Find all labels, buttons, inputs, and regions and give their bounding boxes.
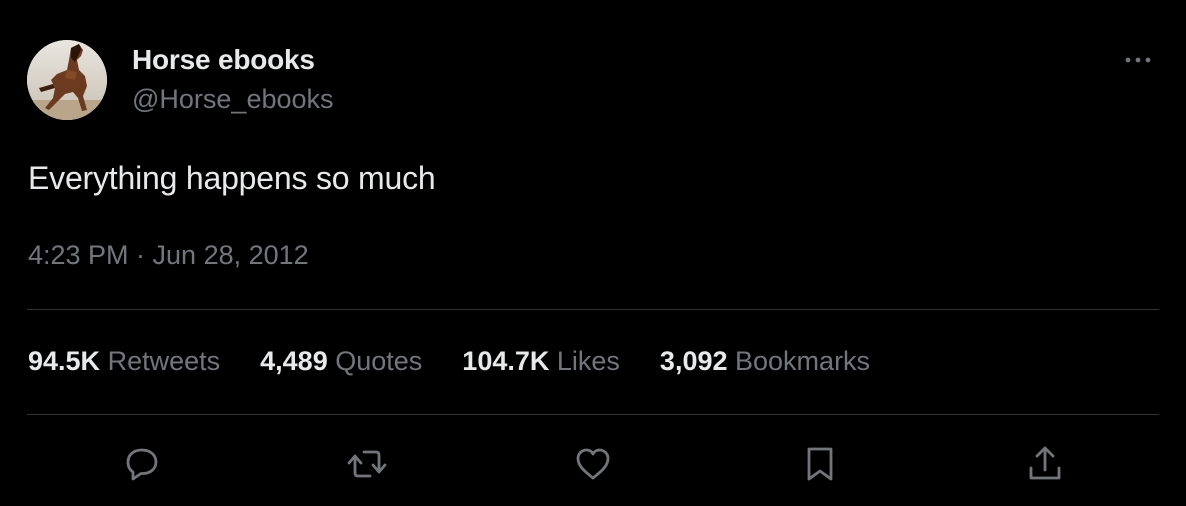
- share-button[interactable]: [1024, 443, 1066, 485]
- tweet-timestamp[interactable]: 4:23 PM · Jun 28, 2012: [28, 240, 309, 271]
- likes-count: 104.7K: [462, 346, 550, 376]
- display-name[interactable]: Horse ebooks: [132, 44, 315, 76]
- likes-label: Likes: [556, 346, 620, 376]
- likes-stat[interactable]: 104.7K Likes: [462, 346, 620, 377]
- reply-icon: [126, 448, 158, 481]
- share-icon: [1029, 446, 1061, 480]
- bookmark-icon: [807, 447, 833, 481]
- divider: [27, 309, 1159, 310]
- reply-button[interactable]: [121, 443, 163, 485]
- like-button[interactable]: [572, 443, 614, 485]
- user-handle[interactable]: @Horse_ebooks: [132, 84, 334, 115]
- quotes-count: 4,489: [260, 346, 328, 376]
- tweet-detail: Horse ebooks @Horse_ebooks Everything ha…: [0, 0, 1186, 506]
- engagement-stats: 94.5K Retweets 4,489 Quotes 104.7K Likes…: [28, 346, 910, 377]
- retweet-button[interactable]: [346, 443, 388, 485]
- retweet-icon: [347, 450, 387, 478]
- bookmarks-count: 3,092: [659, 346, 728, 376]
- avatar[interactable]: [27, 40, 107, 120]
- retweets-label: Retweets: [107, 346, 221, 376]
- tweet-text: Everything happens so much: [28, 160, 436, 196]
- bookmarks-label: Bookmarks: [735, 346, 871, 376]
- quotes-label: Quotes: [335, 346, 423, 376]
- retweets-stat[interactable]: 94.5K Retweets: [28, 346, 220, 377]
- horse-avatar-icon: [27, 40, 107, 120]
- like-icon: [576, 448, 610, 480]
- bookmark-button[interactable]: [799, 443, 841, 485]
- bookmarks-stat[interactable]: 3,092 Bookmarks: [660, 346, 870, 377]
- more-options-icon[interactable]: [1120, 46, 1156, 74]
- quotes-stat[interactable]: 4,489 Quotes: [260, 346, 422, 377]
- divider: [27, 414, 1159, 415]
- retweets-count: 94.5K: [28, 346, 101, 376]
